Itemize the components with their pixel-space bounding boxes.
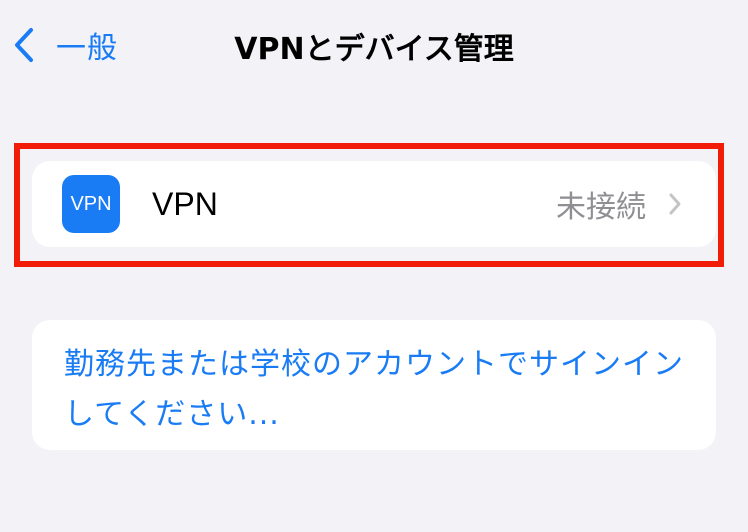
vpn-row[interactable]: VPN VPN 未接続 — [32, 161, 716, 247]
vpn-app-icon-text: VPN — [70, 192, 112, 215]
work-school-signin-button[interactable]: 勤務先または学校のアカウントでサインインしてください... — [32, 320, 716, 450]
vpn-row-label: VPN — [152, 185, 218, 222]
chevron-right-icon — [668, 192, 682, 216]
work-school-signin-label: 勤務先または学校のアカウントでサインインしてください... — [64, 347, 684, 432]
vpn-status-value: 未接続 — [556, 190, 646, 225]
page-title: VPNとデバイス管理 — [234, 32, 514, 67]
navigation-bar: 一般 VPNとデバイス管理 — [0, 0, 748, 92]
vpn-app-icon: VPN — [62, 175, 120, 233]
